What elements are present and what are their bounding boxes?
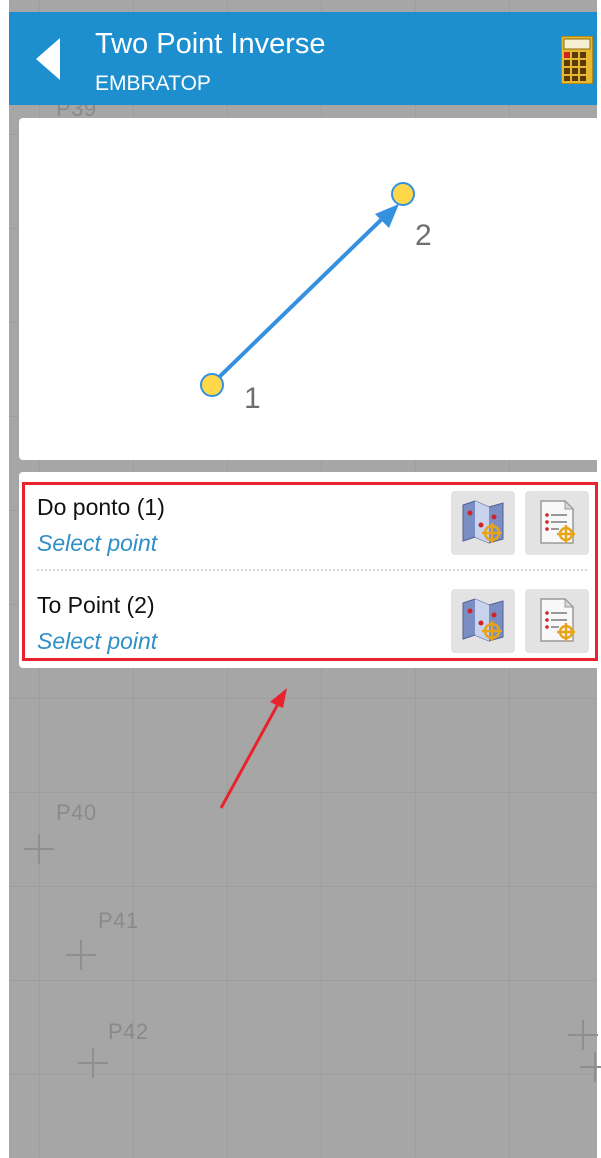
annotation-arrow-shaft xyxy=(219,703,280,809)
annotation-arrow xyxy=(219,688,287,809)
annotation-arrow-head xyxy=(270,688,287,708)
screen: P39 P40 P41 P42 Two Point Inverse EMBRAT… xyxy=(0,0,601,1158)
